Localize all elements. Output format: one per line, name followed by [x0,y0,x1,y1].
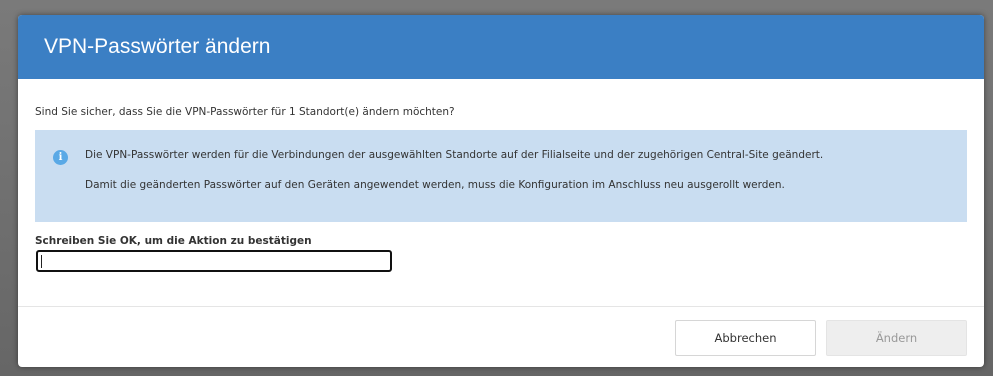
info-text-line-1: Die VPN-Passwörter werden für die Verbin… [85,149,824,161]
info-text-line-2: Damit die geänderten Passwörter auf den … [85,179,785,191]
confirm-ok-input[interactable] [36,250,392,272]
dialog-title: VPN-Passwörter ändern [44,35,271,58]
info-box: i Die VPN-Passwörter werden für die Verb… [35,130,967,222]
footer-divider [18,306,984,307]
info-icon: i [53,150,68,165]
confirm-field-label: Schreiben Sie OK, um die Aktion zu bestä… [35,235,312,247]
text-caret [41,255,42,268]
dialog-body: Sind Sie sicher, dass Sie die VPN-Passwö… [18,106,984,272]
confirmation-question: Sind Sie sicher, dass Sie die VPN-Passwö… [35,106,455,118]
change-button[interactable]: Ändern [826,320,967,356]
change-vpn-passwords-dialog: VPN-Passwörter ändern Sind Sie sicher, d… [18,15,984,367]
dialog-header: VPN-Passwörter ändern [18,15,984,79]
cancel-button[interactable]: Abbrechen [675,320,816,356]
dialog-footer: Abbrechen Ändern [675,320,967,356]
